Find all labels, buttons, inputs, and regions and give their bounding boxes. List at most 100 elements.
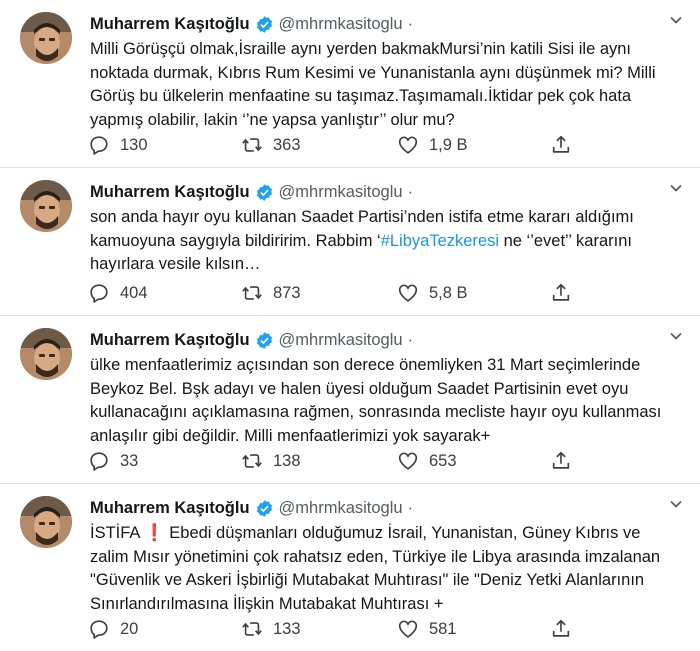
chevron-down-icon[interactable]	[668, 180, 684, 196]
like-count: 581	[429, 619, 457, 638]
tweet-header: Muharrem Kaşıtoğlu @mhrmkasitoglu ·	[90, 496, 660, 520]
tweet-header: Muharrem Kaşıtoğlu @mhrmkasitoglu ·	[90, 12, 660, 36]
tweet-header: Muharrem Kaşıtoğlu @mhrmkasitoglu ·	[90, 328, 660, 352]
like-icon	[398, 452, 418, 470]
reply-icon	[90, 452, 108, 471]
author-name[interactable]: Muharrem Kaşıtoğlu	[90, 499, 250, 518]
tweet-text-line: "Güvenlik ve Askeri İşbirliği Mutabakat …	[90, 571, 645, 589]
reply-count: 404	[120, 283, 148, 302]
tweet-text-segment: Ebedi düşmanları olduğumuz İsrail, Yunan…	[164, 524, 641, 542]
tweet[interactable]: Muharrem Kaşıtoğlu @mhrmkasitoglu · ülke…	[0, 316, 700, 484]
retweet-button[interactable]: 133	[241, 618, 301, 640]
retweet-count: 873	[273, 283, 301, 302]
retweet-button[interactable]: 363	[241, 134, 301, 156]
reply-count: 33	[120, 451, 139, 470]
verified-badge-icon	[255, 183, 274, 202]
like-count: 5,8 B	[429, 283, 468, 302]
separator-dot: ·	[407, 330, 414, 349]
tweet-text-line: hayırlara vesile kılsın…	[90, 255, 261, 273]
tweet-actions: 404 873 5,8 B	[88, 282, 588, 306]
reply-count: 130	[120, 135, 148, 154]
share-button[interactable]	[550, 618, 572, 640]
share-icon	[552, 135, 570, 153]
tweet-text-line: Görüş bu ülkelerin menfaatine su taşımaz…	[90, 87, 632, 105]
like-button[interactable]: 581	[397, 618, 457, 640]
tweet-text-line: anlaşılır gibi değildir. Milli menfaatle…	[90, 426, 491, 445]
tweet-text-line: ülke menfaatlerimiz açısından son derece…	[90, 356, 641, 374]
reply-button[interactable]: 130	[88, 134, 148, 156]
author-handle[interactable]: @mhrmkasitoglu	[279, 499, 403, 518]
tweet-text-segment: İSTİFA	[90, 524, 140, 542]
like-icon	[398, 620, 418, 638]
retweet-count: 363	[273, 135, 301, 154]
share-button[interactable]	[550, 282, 572, 304]
tweet[interactable]: Muharrem Kaşıtoğlu @mhrmkasitoglu · son …	[0, 168, 700, 316]
like-icon	[398, 136, 418, 154]
author-name[interactable]: Muharrem Kaşıtoğlu	[90, 15, 250, 34]
tweet-text-line: Milli Görüşçü olmak,İsraille aynı yerden…	[90, 40, 632, 58]
reply-count: 20	[120, 619, 139, 638]
tweet-text-line: yapmış olabilir, lakin ‘’ne yapsa yanlış…	[90, 110, 455, 129]
tweet-header: Muharrem Kaşıtoğlu @mhrmkasitoglu ·	[90, 180, 660, 204]
tweet-text-line: zalim Mısır yönetimini çok rahatsız eden…	[90, 547, 661, 566]
tweet[interactable]: Muharrem Kaşıtoğlu @mhrmkasitoglu · Mill…	[0, 0, 700, 168]
avatar[interactable]	[20, 328, 72, 380]
separator-dot: ·	[407, 182, 414, 201]
retweet-icon	[242, 454, 262, 468]
hashtag-link[interactable]: #LibyaTezkeresi	[381, 232, 499, 250]
reply-button[interactable]: 33	[88, 450, 138, 472]
tweet-actions: 20 133 581	[88, 618, 588, 642]
reply-button[interactable]: 404	[88, 282, 148, 304]
chevron-down-icon[interactable]	[668, 496, 684, 512]
tweet-actions: 33 138 653	[88, 450, 588, 474]
reply-icon	[90, 284, 108, 303]
share-icon	[552, 451, 570, 469]
like-count: 1,9 B	[429, 135, 468, 154]
retweet-icon	[242, 138, 262, 152]
like-button[interactable]: 653	[397, 450, 457, 472]
reply-icon	[90, 136, 108, 155]
avatar[interactable]	[20, 180, 72, 232]
tweet-text-line: son anda hayır oyu kullanan Saadet Parti…	[90, 208, 634, 226]
share-button[interactable]	[550, 450, 572, 472]
retweet-count: 138	[273, 451, 301, 470]
reply-button[interactable]: 20	[88, 618, 138, 640]
author-handle[interactable]: @mhrmkasitoglu	[279, 15, 403, 34]
like-count: 653	[429, 451, 457, 470]
retweet-icon	[242, 286, 262, 300]
avatar[interactable]	[20, 496, 72, 548]
author-name[interactable]: Muharrem Kaşıtoğlu	[90, 331, 250, 350]
reply-icon	[90, 620, 108, 639]
like-button[interactable]: 1,9 B	[397, 134, 468, 156]
verified-badge-icon	[255, 499, 274, 518]
tweet-text-line: Beykoz Bel. Bşk adayı ve halen üyesi old…	[90, 379, 629, 398]
retweet-count: 133	[273, 619, 301, 638]
like-icon	[398, 284, 418, 302]
share-icon	[552, 619, 570, 637]
author-handle[interactable]: @mhrmkasitoglu	[279, 183, 403, 202]
tweet-text-segment: ne ‘’evet’’ kararını	[499, 231, 632, 250]
tweet[interactable]: Muharrem Kaşıtoğlu @mhrmkasitoglu · İSTİ…	[0, 484, 700, 651]
tweet-text: ülke menfaatlerimiz açısından son derece…	[90, 354, 682, 448]
chevron-down-icon[interactable]	[668, 12, 684, 28]
author-handle[interactable]: @mhrmkasitoglu	[279, 331, 403, 350]
tweet-actions: 130 363 1,9 B	[88, 134, 588, 158]
tweet-text: son anda hayır oyu kullanan Saadet Parti…	[90, 206, 682, 277]
like-button[interactable]: 5,8 B	[397, 282, 468, 304]
share-button[interactable]	[550, 134, 572, 156]
tweet-text-line: noktada durmak, Kıbrıs Rum Kesimi ve Yun…	[90, 63, 656, 82]
tweet-feed: Muharrem Kaşıtoğlu @mhrmkasitoglu · Mill…	[0, 0, 700, 651]
verified-badge-icon	[255, 15, 274, 34]
chevron-down-icon[interactable]	[668, 328, 684, 344]
retweet-button[interactable]: 873	[241, 282, 301, 304]
tweet-text-line: Sınırlandırılmasına İlişkin Mutabakat Mu…	[90, 594, 444, 613]
retweet-icon	[242, 622, 262, 636]
tweet-text: Milli Görüşçü olmak,İsraille aynı yerden…	[90, 38, 682, 132]
separator-dot: ·	[407, 14, 414, 33]
retweet-button[interactable]: 138	[241, 450, 301, 472]
author-name[interactable]: Muharrem Kaşıtoğlu	[90, 183, 250, 202]
tweet-text-line: kamuoyuna saygıyla bildiririm. Rabbim ‘#…	[90, 230, 682, 254]
tweet-text-line: kullanacağını açıklamasına rağmen, sonra…	[90, 403, 662, 421]
avatar[interactable]	[20, 12, 72, 64]
tweet-text-segment: kamuoyuna saygıyla bildiririm. Rabbim ‘	[90, 231, 381, 250]
